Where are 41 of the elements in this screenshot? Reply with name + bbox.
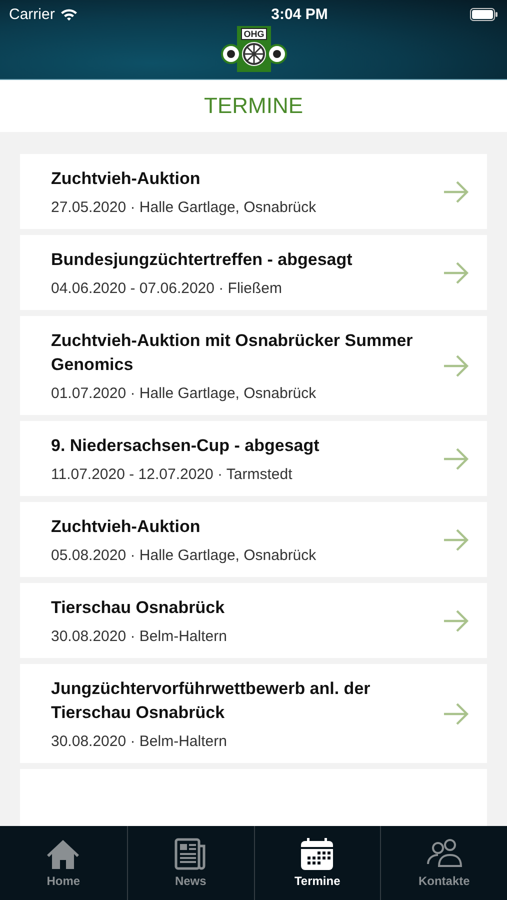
event-card[interactable]: Jungzüchtervorführwettbewerb anl. der Tierschau Osnabrück 30.08.2020 · Belm-Haltern xyxy=(20,664,487,763)
tab-button[interactable]: Termine xyxy=(254,826,380,900)
tab-button[interactable]: Home xyxy=(0,826,127,900)
event-details: 01.07.2020 · Halle Gartlage, Osnabrück xyxy=(51,385,318,402)
event-card[interactable]: Zuchtvieh-Auktion 05.08.2020 · Halle Gartlage, Osnabrück xyxy=(20,502,487,577)
carrier-name: Carrier xyxy=(9,6,55,22)
home-icon xyxy=(45,838,82,870)
clock-time: 3:04 PM xyxy=(271,6,328,22)
arrow-right-icon xyxy=(443,610,469,632)
battery-icon xyxy=(470,8,498,20)
event-title: Jungzüchtervorführwettbewerb anl. der Tierschau Osnabrück xyxy=(51,678,372,724)
event-card[interactable]: Zuchtvieh-Auktion 27.05.2020 · Halle Gartlage, Osnabrück xyxy=(20,154,487,229)
arrow-right-icon xyxy=(443,528,469,550)
event-card[interactable]: Bundesjungzüchtertreffen - abgesagt 04.06.2020 - 07.06.2020 · Fließem xyxy=(20,235,487,310)
arrow-right-icon xyxy=(443,354,469,376)
wifi-icon xyxy=(60,8,78,20)
event-title: 9. Niedersachsen-Cup - abgesagt xyxy=(51,435,320,457)
calendar-icon xyxy=(299,838,336,870)
arrow-right-icon xyxy=(443,180,469,202)
arrow-right-icon xyxy=(443,702,469,724)
tab-button[interactable]: News xyxy=(126,826,254,900)
event-details: 27.05.2020 · Halle Gartlage, Osnabrück xyxy=(51,199,318,216)
event-title: Zuchtvieh-Auktion mit Osnabrücker Summer Genomics xyxy=(51,330,414,376)
event-details: 05.08.2020 · Halle Gartlage, Osnabrück xyxy=(51,547,318,564)
event-title: Zuchtvieh-Auktion xyxy=(51,168,202,190)
page-title: TERMINE xyxy=(204,93,303,119)
arrow-right-icon xyxy=(443,448,469,470)
event-details: 04.06.2020 - 07.06.2020 · Fließem xyxy=(51,280,283,297)
arrow-right-icon xyxy=(443,262,469,284)
people-icon xyxy=(426,838,462,870)
event-card[interactable]: Tierschau Osnabrück 30.08.2020 · Belm-Haltern xyxy=(20,583,487,658)
event-title: Bundesjungzüchtertreffen - abgesagt xyxy=(51,249,354,271)
event-details: 30.08.2020 · Belm-Haltern xyxy=(51,628,228,645)
tab-button[interactable]: Kontakte xyxy=(380,826,507,900)
event-title: Tierschau Osnabrück xyxy=(51,597,226,619)
event-title: Zuchtvieh-Auktion xyxy=(51,516,202,538)
event-card[interactable]: 9. Niedersachsen-Cup - abgesagt 11.07.2020 - 12.07.2020 · Tarmstedt xyxy=(20,421,487,496)
event-details: 30.08.2020 · Belm-Haltern xyxy=(51,733,228,750)
event-details: 11.07.2020 - 12.07.2020 · Tarmstedt xyxy=(51,466,294,483)
event-card[interactable]: Zuchtvieh-Auktion mit Osnabrücker Summer Genomics 01.07.2020 · Halle Gartlage, Osnabrück xyxy=(20,316,487,415)
club-logo: OHG xyxy=(220,26,288,72)
